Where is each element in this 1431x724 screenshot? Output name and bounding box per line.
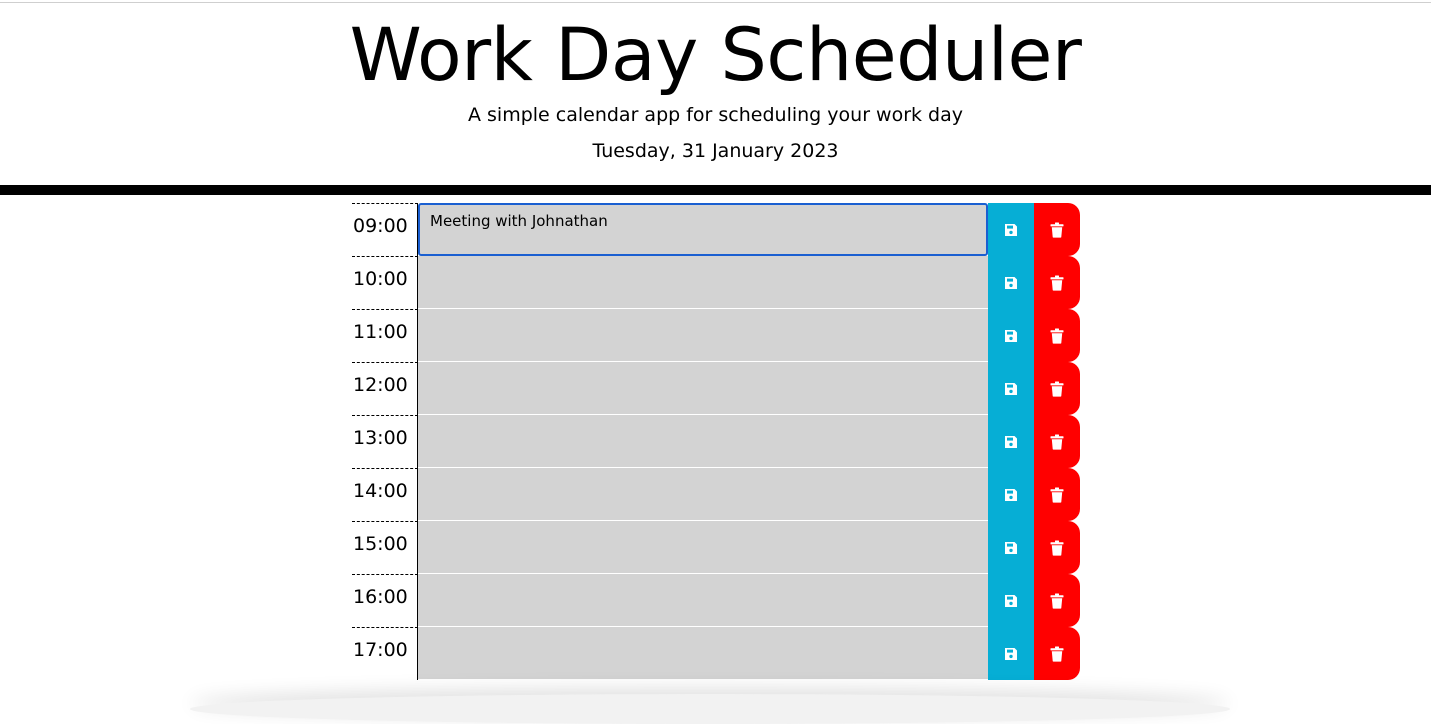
- page-subtitle: A simple calendar app for scheduling you…: [467, 104, 964, 126]
- hour-label: 14:00: [352, 468, 418, 521]
- floppy-disk-icon: [1004, 382, 1018, 396]
- hour-label: 13:00: [352, 415, 418, 468]
- trash-icon: [1050, 434, 1064, 450]
- event-description-input[interactable]: [418, 627, 988, 680]
- delete-button[interactable]: [1034, 468, 1080, 521]
- floppy-disk-icon: [1004, 488, 1018, 502]
- trash-icon: [1050, 275, 1064, 291]
- time-block-1400: 14:00: [352, 468, 1080, 521]
- delete-button[interactable]: [1034, 574, 1080, 627]
- trash-icon: [1050, 593, 1064, 609]
- delete-button[interactable]: [1034, 415, 1080, 468]
- trash-icon: [1050, 487, 1064, 503]
- time-block-0900: 09:00 Meeting with Johnathan: [352, 203, 1080, 256]
- hour-label: 10:00: [352, 256, 418, 309]
- footer-shadow: [190, 694, 1230, 724]
- time-block-1200: 12:00: [352, 362, 1080, 415]
- time-block-1000: 10:00: [352, 256, 1080, 309]
- save-button[interactable]: [988, 574, 1034, 627]
- floppy-disk-icon: [1004, 541, 1018, 555]
- trash-icon: [1050, 222, 1064, 238]
- delete-button[interactable]: [1034, 203, 1080, 256]
- save-button[interactable]: [988, 415, 1034, 468]
- floppy-disk-icon: [1004, 594, 1018, 608]
- event-description-input[interactable]: [418, 468, 988, 521]
- floppy-disk-icon: [1004, 276, 1018, 290]
- save-button[interactable]: [988, 521, 1034, 574]
- floppy-disk-icon: [1004, 435, 1018, 449]
- current-day: Tuesday, 31 January 2023: [592, 140, 839, 162]
- save-button[interactable]: [988, 203, 1034, 256]
- event-description-input[interactable]: [418, 574, 988, 627]
- trash-icon: [1050, 646, 1064, 662]
- time-block-1100: 11:00: [352, 309, 1080, 362]
- time-block-1700: 17:00: [352, 627, 1080, 680]
- hour-label: 15:00: [352, 521, 418, 574]
- save-button[interactable]: [988, 627, 1034, 680]
- hour-label: 17:00: [352, 627, 418, 680]
- event-description-input[interactable]: [418, 521, 988, 574]
- delete-button[interactable]: [1034, 627, 1080, 680]
- delete-button[interactable]: [1034, 256, 1080, 309]
- floppy-disk-icon: [1004, 329, 1018, 343]
- trash-icon: [1050, 328, 1064, 344]
- time-block-1500: 15:00: [352, 521, 1080, 574]
- time-block-1300: 13:00: [352, 415, 1080, 468]
- event-description-input[interactable]: [418, 256, 988, 309]
- hour-label: 11:00: [352, 309, 418, 362]
- schedule-container: 09:00 Meeting with Johnathan 10:00 11:00…: [352, 203, 1080, 680]
- time-block-1600: 16:00: [352, 574, 1080, 627]
- save-button[interactable]: [988, 468, 1034, 521]
- hour-label: 16:00: [352, 574, 418, 627]
- delete-button[interactable]: [1034, 362, 1080, 415]
- save-button[interactable]: [988, 309, 1034, 362]
- trash-icon: [1050, 540, 1064, 556]
- trash-icon: [1050, 381, 1064, 397]
- delete-button[interactable]: [1034, 309, 1080, 362]
- save-button[interactable]: [988, 256, 1034, 309]
- event-description-input[interactable]: [418, 309, 988, 362]
- event-description-input[interactable]: Meeting with Johnathan: [418, 203, 988, 256]
- jumbotron: Work Day Scheduler A simple calendar app…: [0, 0, 1431, 196]
- header-divider: [0, 185, 1431, 195]
- event-description-input[interactable]: [418, 415, 988, 468]
- hour-label: 12:00: [352, 362, 418, 415]
- floppy-disk-icon: [1004, 647, 1018, 661]
- page-title: Work Day Scheduler: [349, 13, 1082, 98]
- delete-button[interactable]: [1034, 521, 1080, 574]
- save-button[interactable]: [988, 362, 1034, 415]
- floppy-disk-icon: [1004, 223, 1018, 237]
- event-description-input[interactable]: [418, 362, 988, 415]
- hour-label: 09:00: [352, 203, 418, 256]
